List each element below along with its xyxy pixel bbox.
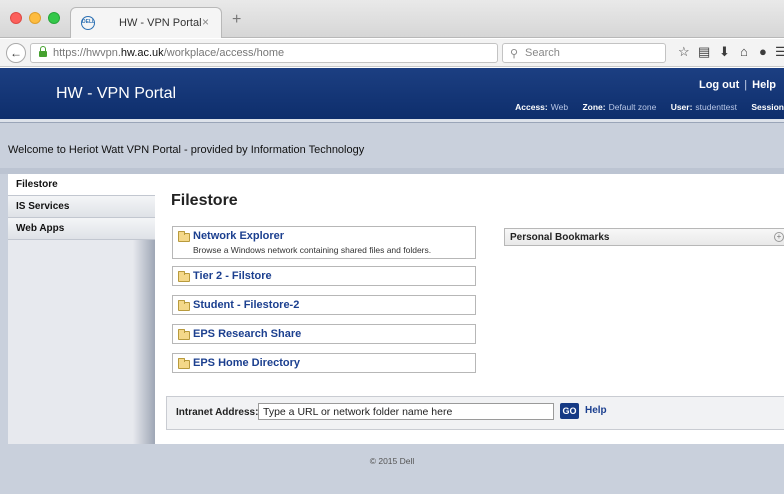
new-tab-button[interactable]: + xyxy=(232,12,241,28)
filestore-item-eps-home[interactable]: EPS Home Directory xyxy=(172,353,476,373)
access-label: Access: xyxy=(515,102,548,112)
user-label: User: xyxy=(670,102,693,112)
close-window-button[interactable] xyxy=(10,12,22,24)
page-title: Filestore xyxy=(171,192,238,209)
access-value: Web xyxy=(550,102,569,112)
filestore-item-tier2[interactable]: Tier 2 - Filstore xyxy=(172,266,476,286)
session-label: Session xyxy=(751,102,784,112)
folder-icon xyxy=(178,271,190,282)
add-bookmark-icon[interactable]: + xyxy=(774,232,784,242)
filestore-item-eps-research[interactable]: EPS Research Share xyxy=(172,324,476,344)
filestore-item-student[interactable]: Student - Filestore-2 xyxy=(172,295,476,315)
main-content: Filestore Network Explorer Browse a Wind… xyxy=(155,174,784,444)
site-header: HW - VPN Portal Log out | Help Access: Web … xyxy=(0,68,784,119)
chat-icon[interactable]: ● xyxy=(759,45,767,59)
filestore-link[interactable]: Tier 2 - Filstore xyxy=(193,270,272,282)
go-button[interactable]: GO xyxy=(560,403,579,419)
intranet-label: Intranet Address: xyxy=(176,407,259,418)
filestore-link[interactable]: EPS Home Directory xyxy=(193,357,300,369)
browser-titlebar: DELL HW - VPN Portal × + xyxy=(0,0,784,38)
home-icon[interactable]: ⌂ xyxy=(740,45,748,59)
sidebar-item-filestore[interactable]: Filestore xyxy=(8,174,155,196)
filestore-link[interactable]: Network Explorer xyxy=(193,230,284,242)
zone-label: Zone: xyxy=(582,102,606,112)
star-icon[interactable]: ☆ xyxy=(678,45,690,59)
link-separator: | xyxy=(744,79,748,91)
dell-favicon-icon: DELL xyxy=(81,16,95,30)
filestore-link[interactable]: EPS Research Share xyxy=(193,328,301,340)
help-link[interactable]: Help xyxy=(752,79,776,91)
header-divider xyxy=(0,119,784,123)
download-icon[interactable]: ⬇ xyxy=(719,45,730,59)
filestore-description: Browse a Windows network containing shar… xyxy=(193,245,432,255)
user-value: studenttest xyxy=(695,102,738,112)
minimize-window-button[interactable] xyxy=(29,12,41,24)
search-icon: ⚲ xyxy=(510,48,519,60)
reader-list-icon[interactable]: ▤ xyxy=(698,45,710,59)
lock-icon xyxy=(39,46,47,57)
sidebar-item-is-services[interactable]: IS Services xyxy=(8,196,155,218)
folder-icon xyxy=(178,231,190,242)
intranet-help-link[interactable]: Help xyxy=(585,405,607,416)
filestore-item-network-explorer[interactable]: Network Explorer Browse a Windows networ… xyxy=(172,226,476,259)
page: HW - VPN Portal Log out | Help Access: Web … xyxy=(0,68,784,494)
bookmarks-title: Personal Bookmarks xyxy=(510,232,610,243)
header-links: Log out | Help xyxy=(699,79,776,91)
footer-copyright: © 2015 Dell xyxy=(369,456,415,466)
tab-close-icon[interactable]: × xyxy=(202,15,209,29)
search-bar[interactable]: ⚲ Search xyxy=(502,43,666,63)
url-text: https://hwvpn.hw.ac.uk/workplace/access/… xyxy=(53,47,285,59)
menu-icon[interactable]: ☰ xyxy=(775,45,784,59)
folder-icon xyxy=(178,329,190,340)
folder-icon xyxy=(178,300,190,311)
session-info: Access: Web Zone: Default zone User: studen… xyxy=(503,102,784,112)
site-title: HW - VPN Portal xyxy=(56,85,177,102)
folder-icon xyxy=(178,358,190,369)
browser-tab[interactable]: DELL HW - VPN Portal × xyxy=(70,7,222,38)
back-arrow-icon[interactable]: ← xyxy=(6,43,26,63)
zoom-window-button[interactable] xyxy=(48,12,60,24)
welcome-message: Welcome to Heriot Watt VPN Portal - prov… xyxy=(8,144,365,156)
intranet-address-input[interactable] xyxy=(258,403,554,420)
browser-navbar: ← https://hwvpn.hw.ac.uk/workplace/acces… xyxy=(0,39,784,67)
sidebar: Filestore IS Services Web Apps xyxy=(8,174,155,444)
search-placeholder: Search xyxy=(525,47,560,59)
url-bar[interactable]: https://hwvpn.hw.ac.uk/workplace/access/… xyxy=(30,43,519,64)
zone-value: Default zone xyxy=(608,102,657,112)
sidebar-item-web-apps[interactable]: Web Apps xyxy=(8,218,155,240)
intranet-address-bar: Intranet Address: GO Help xyxy=(166,396,784,430)
personal-bookmarks-panel: Personal Bookmarks + xyxy=(504,228,784,246)
tab-title: HW - VPN Portal xyxy=(119,17,202,29)
filestore-link[interactable]: Student - Filestore-2 xyxy=(193,299,299,311)
logout-link[interactable]: Log out xyxy=(699,79,739,91)
